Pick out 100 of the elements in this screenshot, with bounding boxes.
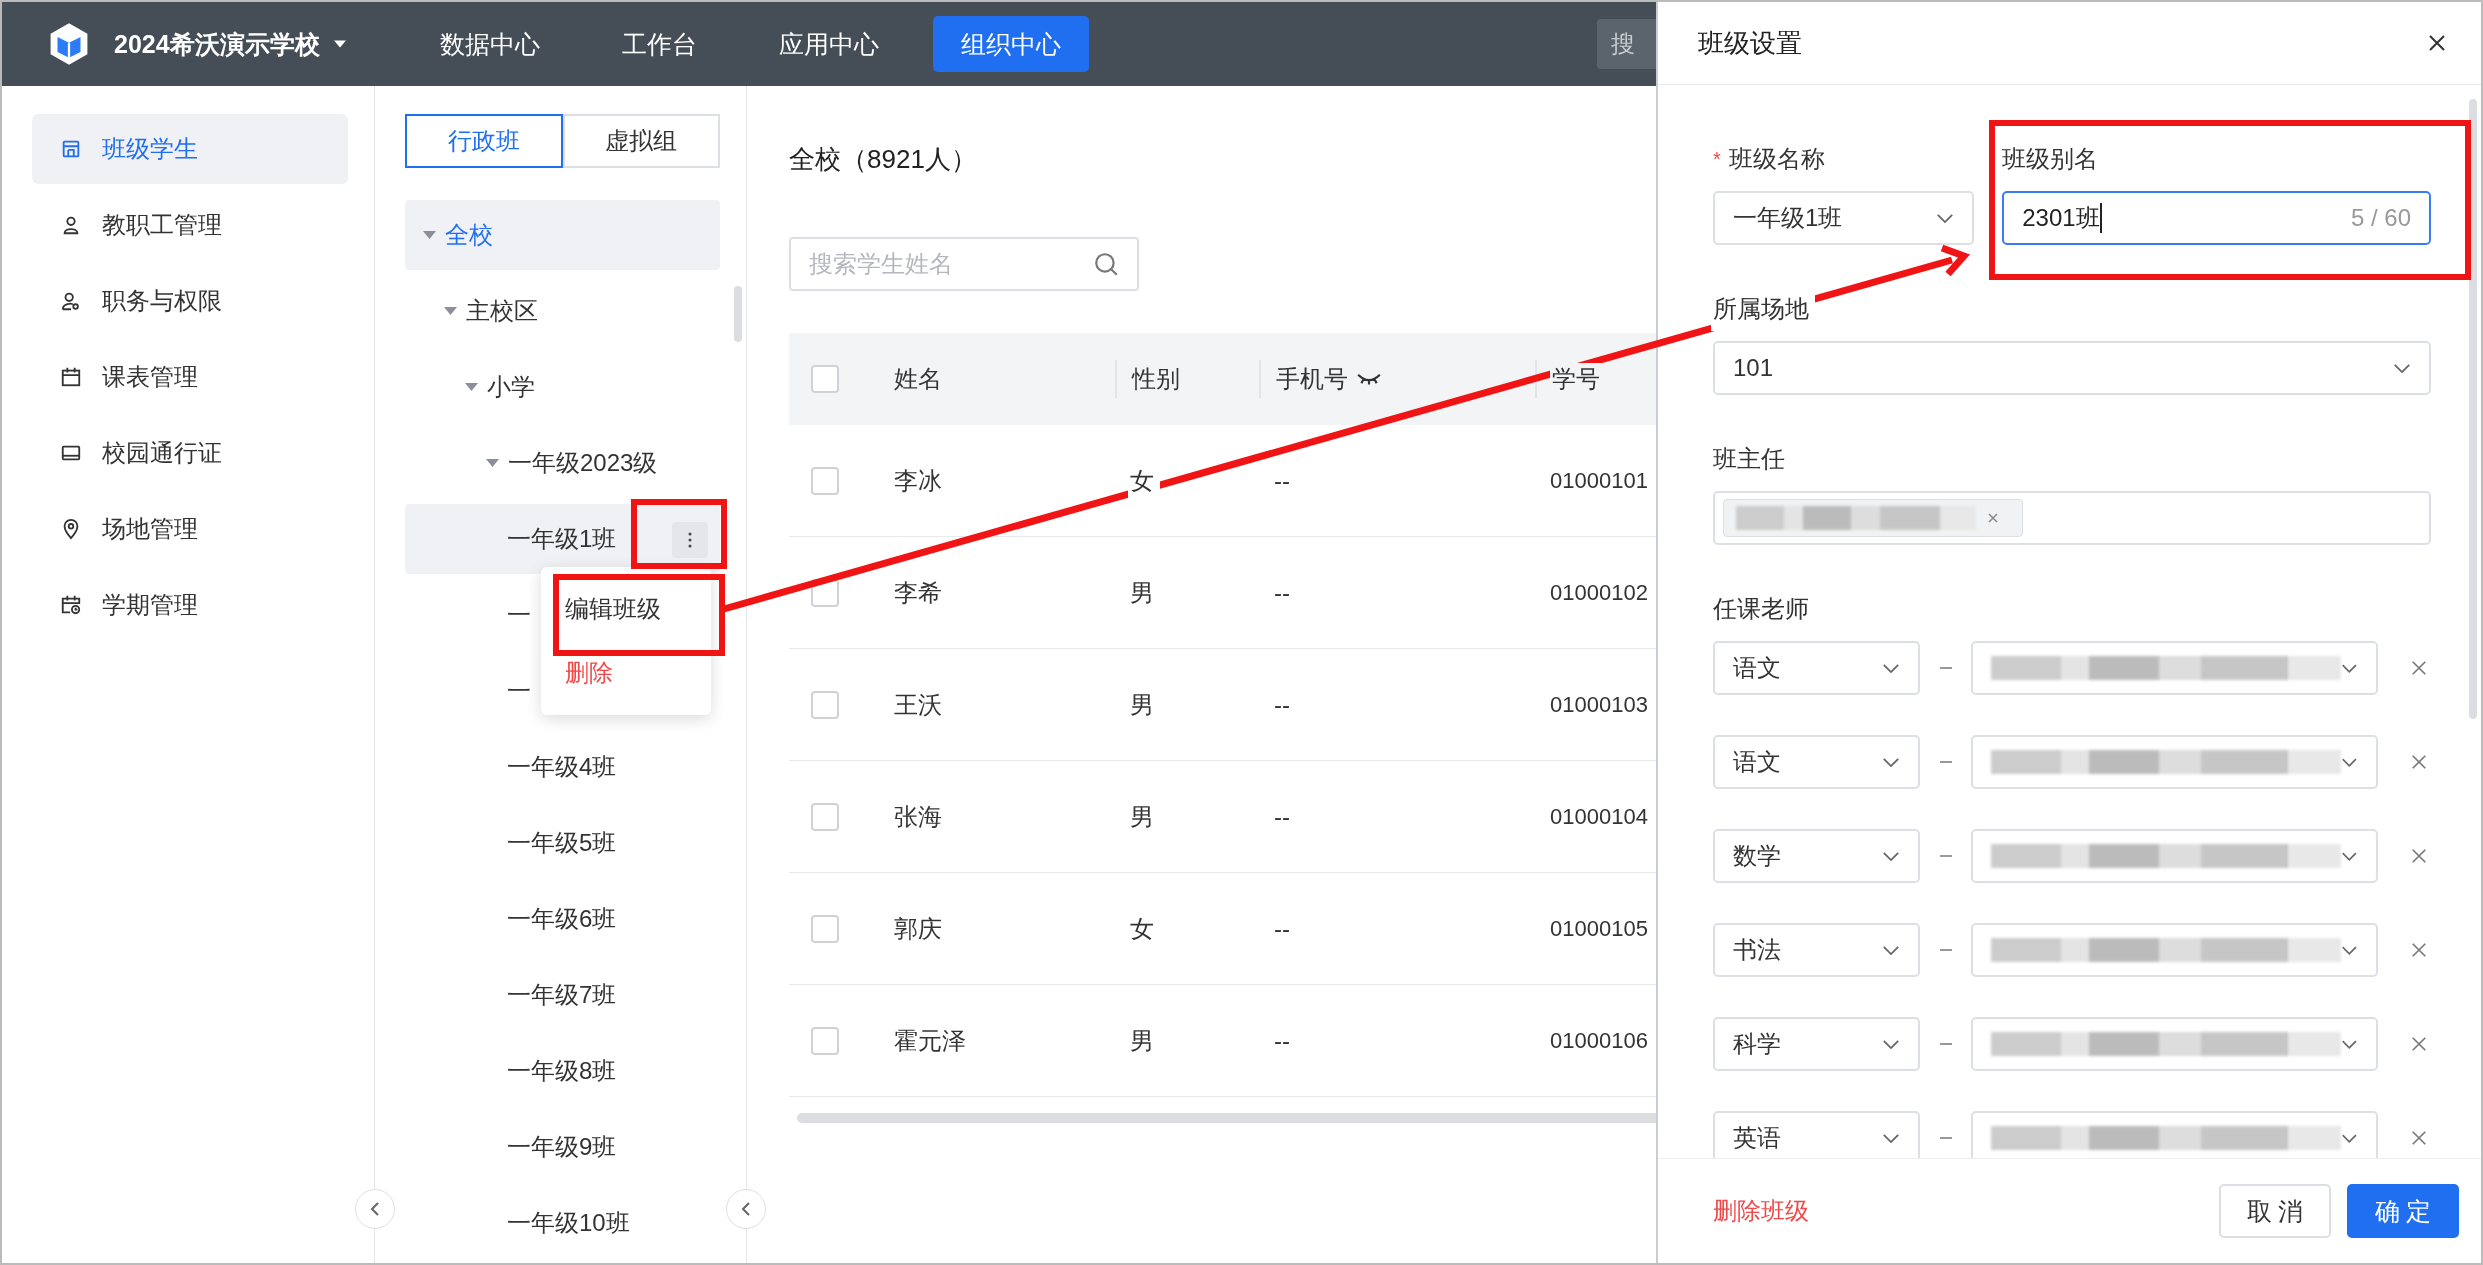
tree-item[interactable]: 一年级8班 xyxy=(405,1036,720,1106)
person-key-icon xyxy=(60,290,82,312)
table-cell-text: 女 xyxy=(1130,913,1154,944)
table-cell-text: 男 xyxy=(1130,1025,1154,1056)
subject-select[interactable]: 英语 xyxy=(1713,1111,1920,1158)
chevron-down-icon xyxy=(2341,944,2358,956)
alias-input-field[interactable]: 2301班 5 / 60 xyxy=(2002,191,2431,245)
school-name[interactable]: 2024希沃演示学校 xyxy=(114,27,320,61)
menu-item[interactable]: 编辑班级 xyxy=(541,577,711,641)
chevron-left-icon xyxy=(741,1201,751,1217)
table-cell-text: 男 xyxy=(1130,577,1154,608)
head-teacher-field[interactable] xyxy=(1713,491,2431,545)
sidebar-item[interactable]: 职务与权限 xyxy=(32,266,348,336)
cancel-button[interactable]: 取 消 xyxy=(2219,1184,2331,1238)
close-icon[interactable] xyxy=(2427,33,2447,53)
tree-item[interactable]: 主校区 xyxy=(405,276,720,346)
sidebar-item[interactable]: 教职工管理 xyxy=(32,190,348,260)
teacher-select[interactable] xyxy=(1971,735,2378,789)
drawer-title: 班级设置 xyxy=(1698,26,1802,60)
venue-select[interactable]: 101 xyxy=(1713,341,2431,395)
subject-select[interactable]: 数学 xyxy=(1713,829,1920,883)
caret-down-icon[interactable] xyxy=(333,40,346,48)
subject-select[interactable]: 语文 xyxy=(1713,641,1920,695)
chevron-down-icon xyxy=(1882,1132,1900,1144)
sidebar-item[interactable]: 课表管理 xyxy=(32,342,348,412)
teacher-select[interactable] xyxy=(1971,829,2378,883)
scrollbar[interactable] xyxy=(734,286,742,342)
checkbox[interactable] xyxy=(811,802,839,831)
table-cell: -- xyxy=(1274,914,1290,943)
subject-select[interactable]: 科学 xyxy=(1713,1017,1920,1071)
delete-class-link[interactable]: 删除班级 xyxy=(1713,1195,1809,1227)
collapse-button[interactable] xyxy=(726,1189,766,1229)
calendar-icon xyxy=(60,366,82,388)
tree-item[interactable]: 小学 xyxy=(405,352,720,422)
table-cell: -- xyxy=(1274,578,1290,607)
text-cursor xyxy=(2099,203,2102,233)
tree-item[interactable]: 一年级9班 xyxy=(405,1112,720,1182)
tab[interactable]: 虚拟组 xyxy=(562,114,720,168)
chevron-down-icon xyxy=(2393,362,2411,374)
tab[interactable]: 行政班 xyxy=(405,114,563,168)
chevron-down-icon xyxy=(1882,756,1900,768)
vertical-dots-icon xyxy=(688,532,692,548)
field-label: 所属场地 xyxy=(1713,294,1809,324)
confirm-button[interactable]: 确 定 xyxy=(2347,1184,2459,1238)
sidebar-item[interactable]: 班级学生 xyxy=(32,114,348,184)
more-options-button[interactable] xyxy=(672,522,708,558)
select-all-checkbox[interactable] xyxy=(811,365,839,393)
tree-item[interactable]: 一年级2023级 xyxy=(405,428,720,498)
tree-item[interactable]: 一年级7班 xyxy=(405,960,720,1030)
nav-tab[interactable]: 应用中心 xyxy=(750,16,907,72)
column-header: 姓名 xyxy=(894,364,942,394)
tree-item[interactable]: 一年级6班 xyxy=(405,884,720,954)
character-counter: 5 / 60 xyxy=(2350,204,2411,232)
tree-item[interactable]: 一年级4班 xyxy=(405,732,720,802)
sidebar-item[interactable]: 场地管理 xyxy=(32,494,348,564)
tree-item[interactable]: 一年级1班 xyxy=(405,504,720,574)
field-label: 班级别名 xyxy=(2002,144,2099,174)
subject-select[interactable]: 语文 xyxy=(1713,735,1920,789)
checkbox[interactable] xyxy=(811,1026,839,1055)
table-cell: 01000106 xyxy=(1550,1027,1648,1054)
tree-item[interactable]: 一年级10班 xyxy=(405,1188,720,1258)
table-cell: 01000104 xyxy=(1550,803,1648,830)
teacher-select[interactable] xyxy=(1971,641,2378,695)
eye-closed-icon[interactable] xyxy=(1356,372,1382,386)
table-cell-text: 张海 xyxy=(894,801,942,832)
collapse-button[interactable] xyxy=(355,1189,395,1229)
subject-select[interactable]: 书法 xyxy=(1713,923,1920,977)
checkbox[interactable] xyxy=(811,690,839,719)
table-cell-text: 女 xyxy=(1130,465,1154,496)
tree-item[interactable]: 一年级5班 xyxy=(405,808,720,878)
chevron-down-icon xyxy=(2341,756,2358,768)
nav-tab[interactable]: 工作台 xyxy=(593,16,725,72)
teacher-select[interactable] xyxy=(1971,1017,2378,1071)
search-icon[interactable] xyxy=(1093,251,1119,277)
nav-tab[interactable]: 组织中心 xyxy=(932,16,1089,72)
menu-item[interactable]: 删除 xyxy=(541,641,711,705)
class-name-select[interactable]: 一年级1班 xyxy=(1713,191,1975,245)
nav-tab[interactable]: 数据中心 xyxy=(411,16,568,72)
chevron-down-icon xyxy=(1882,1038,1900,1050)
checkbox[interactable] xyxy=(811,466,839,495)
chevron-down-icon xyxy=(1882,944,1900,956)
table-cell-text: 男 xyxy=(1130,689,1154,720)
field-label: 班主任 xyxy=(1713,444,1785,474)
table-cell: 01000105 xyxy=(1550,915,1648,942)
dash-separator xyxy=(1940,761,1952,763)
chevron-down-icon xyxy=(1936,212,1955,224)
column-header: 手机号 xyxy=(1276,364,1348,394)
tree-item[interactable]: 全校 xyxy=(405,200,720,270)
scrollbar[interactable] xyxy=(2469,99,2477,719)
remove-icon[interactable] xyxy=(1988,513,1998,523)
table-cell: -- xyxy=(1274,802,1290,831)
teacher-select[interactable] xyxy=(1971,1111,2378,1158)
teacher-select[interactable] xyxy=(1971,923,2378,977)
chevron-down-icon xyxy=(1882,662,1900,674)
checkbox[interactable] xyxy=(811,914,839,943)
table-cell: 01000101 xyxy=(1550,467,1648,494)
sidebar-item[interactable]: 校园通行证 xyxy=(32,418,348,488)
field-label: 任课老师 xyxy=(1713,594,1809,624)
dash-separator xyxy=(1940,855,1952,857)
sidebar-item[interactable]: 学期管理 xyxy=(32,570,348,640)
